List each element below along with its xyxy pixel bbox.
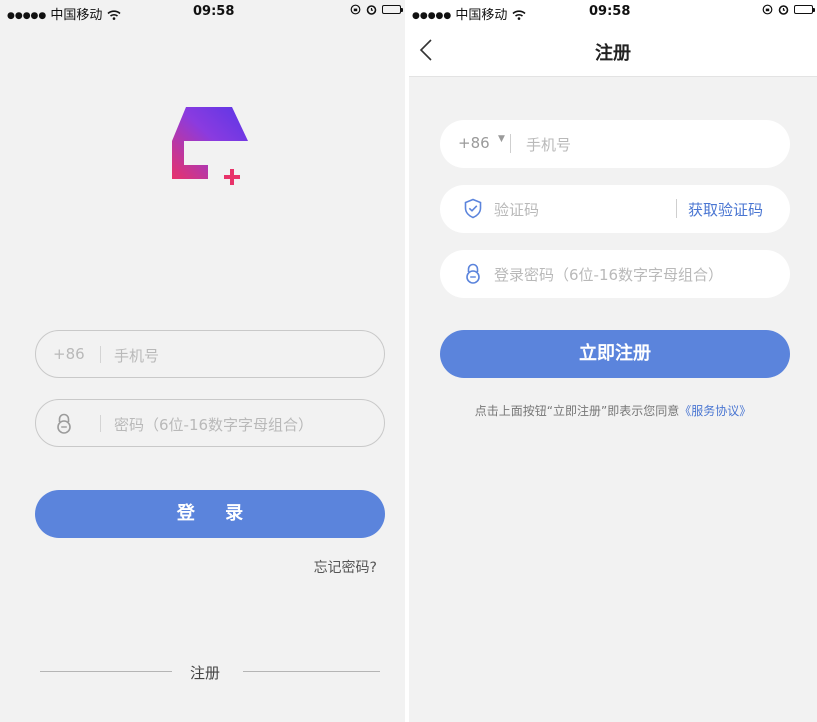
phone-input[interactable]: +86 手机号 (35, 330, 385, 378)
divider (510, 134, 511, 153)
wifi-icon (512, 10, 526, 20)
battery-icon (382, 5, 403, 14)
wifi-icon (107, 10, 121, 20)
login-screen: ●●●●● 中国移动 09:58 +86 手机号 密码（6位-16数字字母组合）… (0, 0, 405, 722)
country-code[interactable]: +86 (53, 345, 85, 363)
signal-dots-icon: ●●●●● (412, 11, 452, 21)
divider (100, 415, 101, 432)
page-title: 注册 (595, 43, 631, 64)
terms-link[interactable]: 《服务协议》 (679, 404, 751, 418)
password-placeholder: 密码（6位-16数字字母组合） (114, 416, 314, 434)
page: ●●●●● 中国移动 09:58 +86 手机号 密码（6位-16数字字母组合）… (0, 0, 817, 722)
alarm-icon (366, 5, 377, 15)
alarm-icon (778, 5, 789, 15)
nav-bar: 注册 (409, 22, 817, 77)
shield-check-icon (464, 198, 482, 219)
lock-rotation-icon (762, 4, 773, 15)
register-button[interactable]: 立即注册 (440, 330, 790, 378)
code-placeholder: 验证码 (494, 201, 540, 219)
signal-dots-icon: ●●●●● (7, 11, 47, 21)
battery-icon (794, 5, 815, 14)
carrier-label: ●●●●● 中国移动 (7, 4, 121, 23)
phone-placeholder: 手机号 (526, 136, 572, 154)
password-input[interactable]: 登录密码（6位-16数字字母组合） (440, 250, 790, 298)
app-logo-icon (172, 107, 248, 185)
status-bar: ●●●●● 中国移动 09:58 (409, 0, 817, 23)
status-icons (762, 4, 815, 15)
carrier-name: 中国移动 (455, 8, 508, 23)
divider (40, 671, 172, 672)
status-time: 09:58 (193, 4, 235, 19)
divider (100, 346, 101, 363)
phone-placeholder: 手机号 (114, 347, 160, 365)
divider (676, 199, 677, 218)
forgot-password-link[interactable]: 忘记密码? (314, 557, 377, 577)
status-icons (350, 4, 403, 15)
carrier-name: 中国移动 (50, 8, 103, 23)
carrier-label: ●●●●● 中国移动 (412, 4, 526, 23)
phone-input[interactable]: +86 ▼ 手机号 (440, 120, 790, 168)
dropdown-caret-icon[interactable]: ▼ (498, 134, 505, 144)
register-link[interactable]: 注册 (190, 662, 220, 683)
divider (243, 671, 380, 672)
register-screen: ●●●●● 中国移动 09:58 注册 +86 ▼ 手机号 验证码 获取验证码 (409, 0, 817, 722)
lock-icon (466, 263, 480, 284)
country-code[interactable]: +86 (458, 134, 490, 152)
password-input[interactable]: 密码（6位-16数字字母组合） (35, 399, 385, 447)
terms-text: 点击上面按钮“立即注册”即表示您同意 (474, 404, 680, 418)
lock-icon (57, 413, 71, 434)
terms-notice: 点击上面按钮“立即注册”即表示您同意《服务协议》 (409, 402, 817, 419)
get-code-button[interactable]: 获取验证码 (688, 199, 763, 220)
password-placeholder: 登录密码（6位-16数字字母组合） (494, 266, 724, 284)
lock-rotation-icon (350, 4, 361, 15)
status-time: 09:58 (589, 4, 631, 19)
login-button[interactable]: 登 录 (35, 490, 385, 538)
verification-code-input[interactable]: 验证码 获取验证码 (440, 185, 790, 233)
status-bar: ●●●●● 中国移动 09:58 (0, 0, 405, 23)
